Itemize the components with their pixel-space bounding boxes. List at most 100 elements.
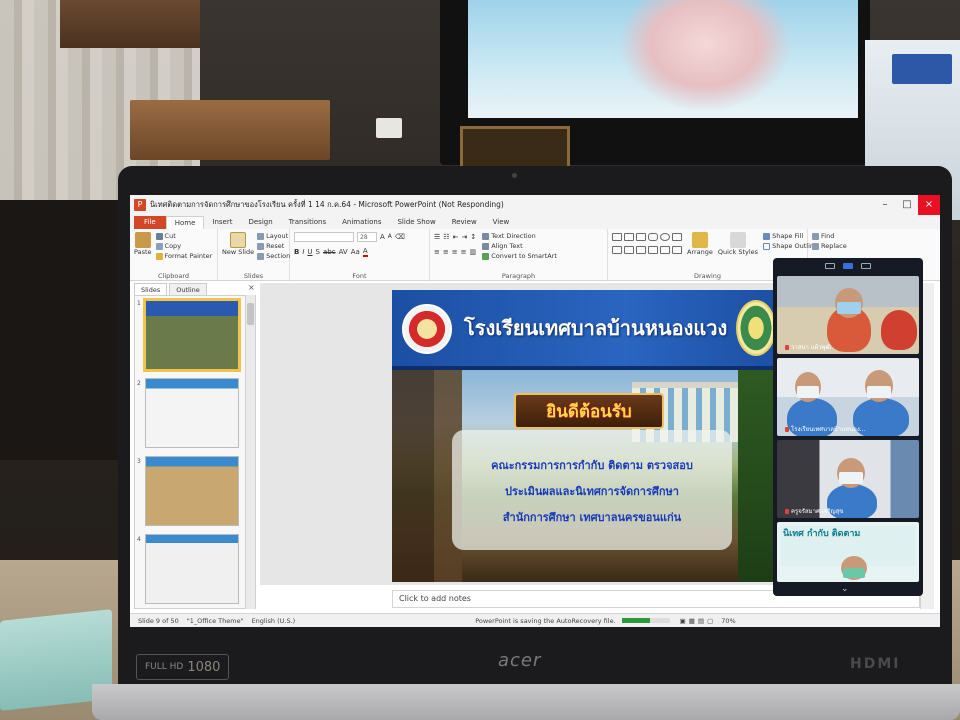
bold-icon[interactable]: B xyxy=(294,248,299,256)
scroll-thumb[interactable] xyxy=(247,303,254,325)
grow-font-icon[interactable]: A xyxy=(380,233,385,241)
shapes-gallery[interactable] xyxy=(612,233,682,256)
change-case-icon[interactable]: Aa xyxy=(351,248,360,256)
tab-file[interactable]: File xyxy=(134,216,166,229)
tab-slides[interactable]: Slides xyxy=(134,283,168,295)
minimize-icon[interactable]: – xyxy=(874,195,896,215)
slide-thumbnail[interactable] xyxy=(145,534,239,604)
cut-button[interactable]: Cut xyxy=(155,231,213,241)
pane-close-icon[interactable]: × xyxy=(248,283,255,292)
view-slideshow-icon[interactable]: ▢ xyxy=(707,617,713,625)
maximize-icon[interactable]: □ xyxy=(896,195,918,215)
columns-icon[interactable]: ▥ xyxy=(470,248,477,256)
align-text-button[interactable]: Align Text xyxy=(482,241,557,251)
grid-view-icon[interactable] xyxy=(861,263,871,269)
shape-star-icon[interactable] xyxy=(636,245,646,254)
arrange-icon xyxy=(691,232,708,248)
shape-brace-icon[interactable] xyxy=(624,245,634,254)
shape-arrow-icon[interactable] xyxy=(636,233,646,241)
paste-button[interactable]: Paste xyxy=(134,231,152,261)
participant-tile[interactable]: วาสนา แผ้วพุฒิ xyxy=(777,276,919,354)
participant-tile[interactable]: ครูจรัสมาศ เจริญสุข xyxy=(777,440,919,518)
tab-home[interactable]: Home xyxy=(165,216,205,229)
slides-group-label: Slides xyxy=(243,272,264,280)
shape-more-icon[interactable] xyxy=(672,245,682,254)
shape-flow-icon[interactable] xyxy=(660,245,670,254)
participant-name-text: ครูจรัสมาศ เจริญสุข xyxy=(791,508,844,515)
underline-icon[interactable]: U xyxy=(307,248,312,256)
arrange-button[interactable]: Arrange xyxy=(687,231,713,256)
font-name-input[interactable] xyxy=(294,231,354,242)
line-spacing-icon[interactable]: ↕ xyxy=(470,233,476,241)
language-indicator[interactable]: English (U.S.) xyxy=(252,617,296,625)
chevron-down-icon[interactable]: ⌄ xyxy=(841,584,849,594)
view-sorter-icon[interactable]: ▦ xyxy=(689,617,695,625)
increase-indent-icon[interactable]: ⇥ xyxy=(461,233,467,241)
participant-name: วาสนา แผ้วพุฒิ xyxy=(785,342,831,352)
view-reading-icon[interactable]: ▤ xyxy=(698,617,704,625)
slides-pane-tabs: Slides Outline xyxy=(134,283,256,295)
save-progress-fill xyxy=(621,618,651,623)
format-painter-button[interactable]: Format Painter xyxy=(155,251,212,261)
school-logo xyxy=(402,304,452,354)
tab-review[interactable]: Review xyxy=(444,216,485,229)
committee-line-2: ประเมินผลและนิเทศการจัดการศึกษา xyxy=(505,485,679,498)
bullets-icon[interactable]: ☰ xyxy=(434,233,440,241)
shrink-font-icon[interactable]: A xyxy=(388,233,392,240)
strikethrough-icon[interactable]: abc xyxy=(323,248,336,256)
slide-thumbnail[interactable] xyxy=(145,378,239,448)
shape-line-icon[interactable] xyxy=(624,233,634,241)
shape-triangle-icon[interactable] xyxy=(672,233,682,241)
tab-animations[interactable]: Animations xyxy=(334,216,389,229)
find-label: Find xyxy=(821,232,835,240)
new-slide-button[interactable]: New Slide xyxy=(222,231,254,261)
shape-callout-icon[interactable] xyxy=(612,245,622,254)
clear-format-icon[interactable]: ⌫ xyxy=(395,233,405,241)
find-button[interactable]: Find xyxy=(812,231,874,241)
char-spacing-icon[interactable]: AV xyxy=(339,248,348,256)
text-direction-button[interactable]: Text Direction xyxy=(482,231,557,241)
strip-view-icon[interactable] xyxy=(843,263,853,269)
replace-button[interactable]: Replace xyxy=(812,241,874,251)
participant-tile[interactable]: นิเทศ กำกับ ติดตาม xyxy=(777,522,919,582)
slide-thumbnail[interactable] xyxy=(143,298,241,372)
speaker-view-icon[interactable] xyxy=(825,263,835,269)
decrease-indent-icon[interactable]: ⇤ xyxy=(453,233,459,241)
quick-styles-button[interactable]: Quick Styles xyxy=(718,231,758,256)
copy-button[interactable]: Copy xyxy=(155,241,213,251)
align-right-icon[interactable]: ≡ xyxy=(452,248,458,256)
shape-oval-icon[interactable] xyxy=(660,233,670,241)
italic-icon[interactable]: I xyxy=(302,248,304,256)
replace-icon xyxy=(812,242,819,250)
shadow-icon[interactable]: S xyxy=(316,248,320,256)
tab-view[interactable]: View xyxy=(485,216,518,229)
tab-transitions[interactable]: Transitions xyxy=(281,216,335,229)
mic-muted-icon xyxy=(785,508,789,514)
shape-block-arrow-icon[interactable] xyxy=(648,245,658,254)
tab-slide-show[interactable]: Slide Show xyxy=(389,216,443,229)
shape-rect-icon[interactable] xyxy=(612,233,622,241)
tab-design[interactable]: Design xyxy=(240,216,280,229)
tab-insert[interactable]: Insert xyxy=(204,216,240,229)
justify-icon[interactable]: ≡ xyxy=(461,248,467,256)
current-slide[interactable]: โรงเรียนเทศบาลบ้านหนองแวง ยินดีต้อนรับ ค… xyxy=(392,290,782,582)
tab-outline[interactable]: Outline xyxy=(169,283,207,295)
numbering-icon[interactable]: ☷ xyxy=(443,233,449,241)
convert-smartart-button[interactable]: Convert to SmartArt xyxy=(482,251,557,261)
slides-pane-scrollbar[interactable] xyxy=(245,295,255,609)
participant-tile[interactable]: โรงเรียนเทศบาลบ้านหนอง... xyxy=(777,358,919,436)
powerpoint-icon[interactable]: P xyxy=(134,199,146,211)
reset-button[interactable]: Reset xyxy=(257,241,290,251)
shape-rounded-icon[interactable] xyxy=(648,233,658,241)
align-center-icon[interactable]: ≡ xyxy=(443,248,449,256)
align-left-icon[interactable]: ≡ xyxy=(434,248,440,256)
font-size-input[interactable]: 28 xyxy=(357,231,377,242)
close-icon[interactable]: × xyxy=(918,195,940,215)
zoom-level[interactable]: 70% xyxy=(721,617,735,625)
font-color-icon[interactable]: A xyxy=(362,247,368,257)
layout-button[interactable]: Layout xyxy=(257,231,290,241)
participant-name: โรงเรียนเทศบาลบ้านหนอง... xyxy=(785,424,866,434)
view-normal-icon[interactable]: ▣ xyxy=(680,617,686,625)
section-button[interactable]: Section xyxy=(257,251,290,261)
slide-thumbnail[interactable] xyxy=(145,456,239,526)
